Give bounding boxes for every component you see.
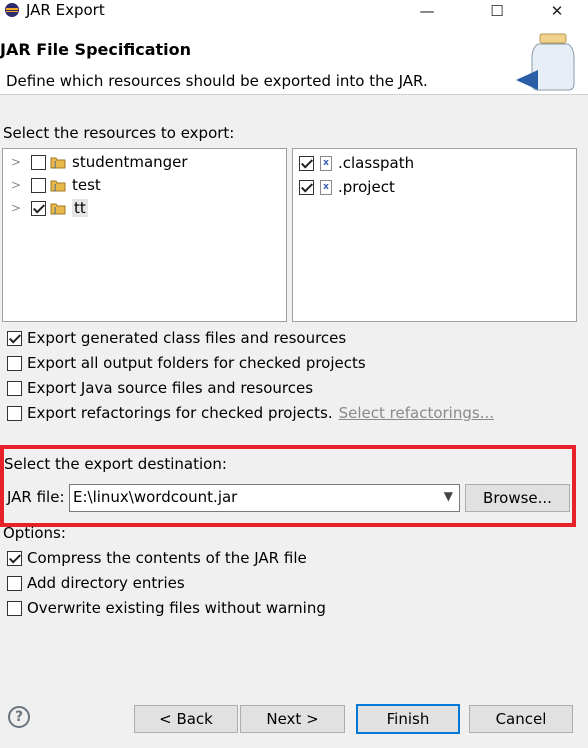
directory-entries-option[interactable]: Add directory entries — [7, 572, 185, 594]
export-class-files-option[interactable]: Export generated class files and resourc… — [7, 327, 346, 349]
jar-file-combo[interactable]: E:\linux\wordcount.jar ▼ — [69, 484, 460, 512]
back-button[interactable]: < Back — [134, 705, 238, 733]
tree-item-test[interactable]: > J test — [3, 174, 101, 196]
option-label: Export Java source files and resources — [27, 379, 314, 397]
select-refactorings-link[interactable]: Select refactorings... — [339, 404, 494, 422]
xml-file-icon: x — [320, 155, 332, 171]
checkbox[interactable] — [299, 155, 314, 171]
java-project-icon: J — [50, 203, 66, 215]
resources-label: Select the resources to export: — [3, 124, 235, 142]
overwrite-option[interactable]: Overwrite existing files without warning — [7, 597, 326, 619]
option-label: Compress the contents of the JAR file — [27, 549, 307, 567]
option-label: Add directory entries — [27, 574, 185, 592]
tree-item-label: studentmanger — [72, 153, 188, 171]
finish-button[interactable]: Finish — [356, 704, 460, 734]
window-title: JAR Export — [26, 1, 105, 19]
minimize-button[interactable]: — — [404, 0, 450, 22]
file-list[interactable]: x .classpath x .project — [292, 148, 577, 322]
chevron-down-icon[interactable]: ▼ — [444, 489, 453, 503]
tree-item-label: test — [72, 176, 101, 194]
compress-option[interactable]: Compress the contents of the JAR file — [7, 547, 307, 569]
export-source-files-option[interactable]: Export Java source files and resources — [7, 377, 313, 399]
svg-text:J: J — [53, 183, 56, 192]
checkbox[interactable] — [299, 179, 314, 195]
option-label: Export refactorings for checked projects… — [27, 404, 333, 422]
xml-file-icon: x — [320, 179, 332, 195]
help-icon[interactable]: ? — [8, 706, 30, 728]
expand-icon[interactable]: > — [9, 201, 23, 215]
project-tree[interactable]: > J studentmanger > J test > J tt — [2, 148, 287, 322]
page-description: Define which resources should be exporte… — [6, 72, 428, 90]
page-title: JAR File Specification — [0, 40, 191, 59]
checkbox[interactable] — [7, 600, 22, 616]
wizard-header: JAR File Specification Define which reso… — [0, 22, 588, 95]
title-bar: JAR Export — ☐ ✕ — [0, 0, 588, 22]
java-project-icon: J — [50, 180, 66, 192]
jar-file-path[interactable]: E:\linux\wordcount.jar — [73, 488, 237, 506]
eclipse-icon — [5, 3, 19, 17]
export-refactorings-option[interactable]: Export refactorings for checked projects… — [7, 402, 494, 424]
option-label: Export generated class files and resourc… — [27, 329, 347, 347]
tree-item-studentmanger[interactable]: > J studentmanger — [3, 151, 188, 173]
checkbox[interactable] — [31, 177, 46, 193]
close-button[interactable]: ✕ — [534, 0, 580, 22]
file-item-classpath[interactable]: x .classpath — [299, 152, 414, 174]
java-project-icon: J — [50, 157, 66, 169]
file-item-project[interactable]: x .project — [299, 176, 395, 198]
expand-icon[interactable]: > — [9, 178, 23, 192]
option-label: Export all output folders for checked pr… — [27, 354, 366, 372]
checkbox[interactable] — [7, 550, 22, 566]
checkbox[interactable] — [7, 575, 22, 591]
checkbox[interactable] — [7, 380, 22, 396]
checkbox[interactable] — [7, 405, 22, 421]
option-label: Overwrite existing files without warning — [27, 599, 326, 617]
options-label: Options: — [3, 524, 66, 542]
expand-icon[interactable]: > — [9, 155, 23, 169]
export-output-folders-option[interactable]: Export all output folders for checked pr… — [7, 352, 366, 374]
file-item-label: .project — [338, 178, 395, 196]
cancel-button[interactable]: Cancel — [469, 705, 573, 733]
file-item-label: .classpath — [338, 154, 415, 172]
jar-icon — [516, 33, 575, 91]
browse-button[interactable]: Browse... — [465, 484, 570, 512]
maximize-button[interactable]: ☐ — [474, 0, 520, 22]
svg-text:J: J — [53, 160, 56, 169]
checkbox[interactable] — [7, 355, 22, 371]
svg-text:J: J — [53, 206, 56, 215]
checkbox[interactable] — [7, 330, 22, 346]
tree-item-tt[interactable]: > J tt — [3, 197, 88, 219]
destination-label: Select the export destination: — [4, 455, 227, 473]
next-button[interactable]: Next > — [240, 705, 345, 733]
checkbox[interactable] — [31, 200, 46, 216]
tree-item-label: tt — [72, 199, 88, 217]
checkbox[interactable] — [31, 154, 46, 170]
jar-file-label: JAR file: — [7, 488, 65, 506]
